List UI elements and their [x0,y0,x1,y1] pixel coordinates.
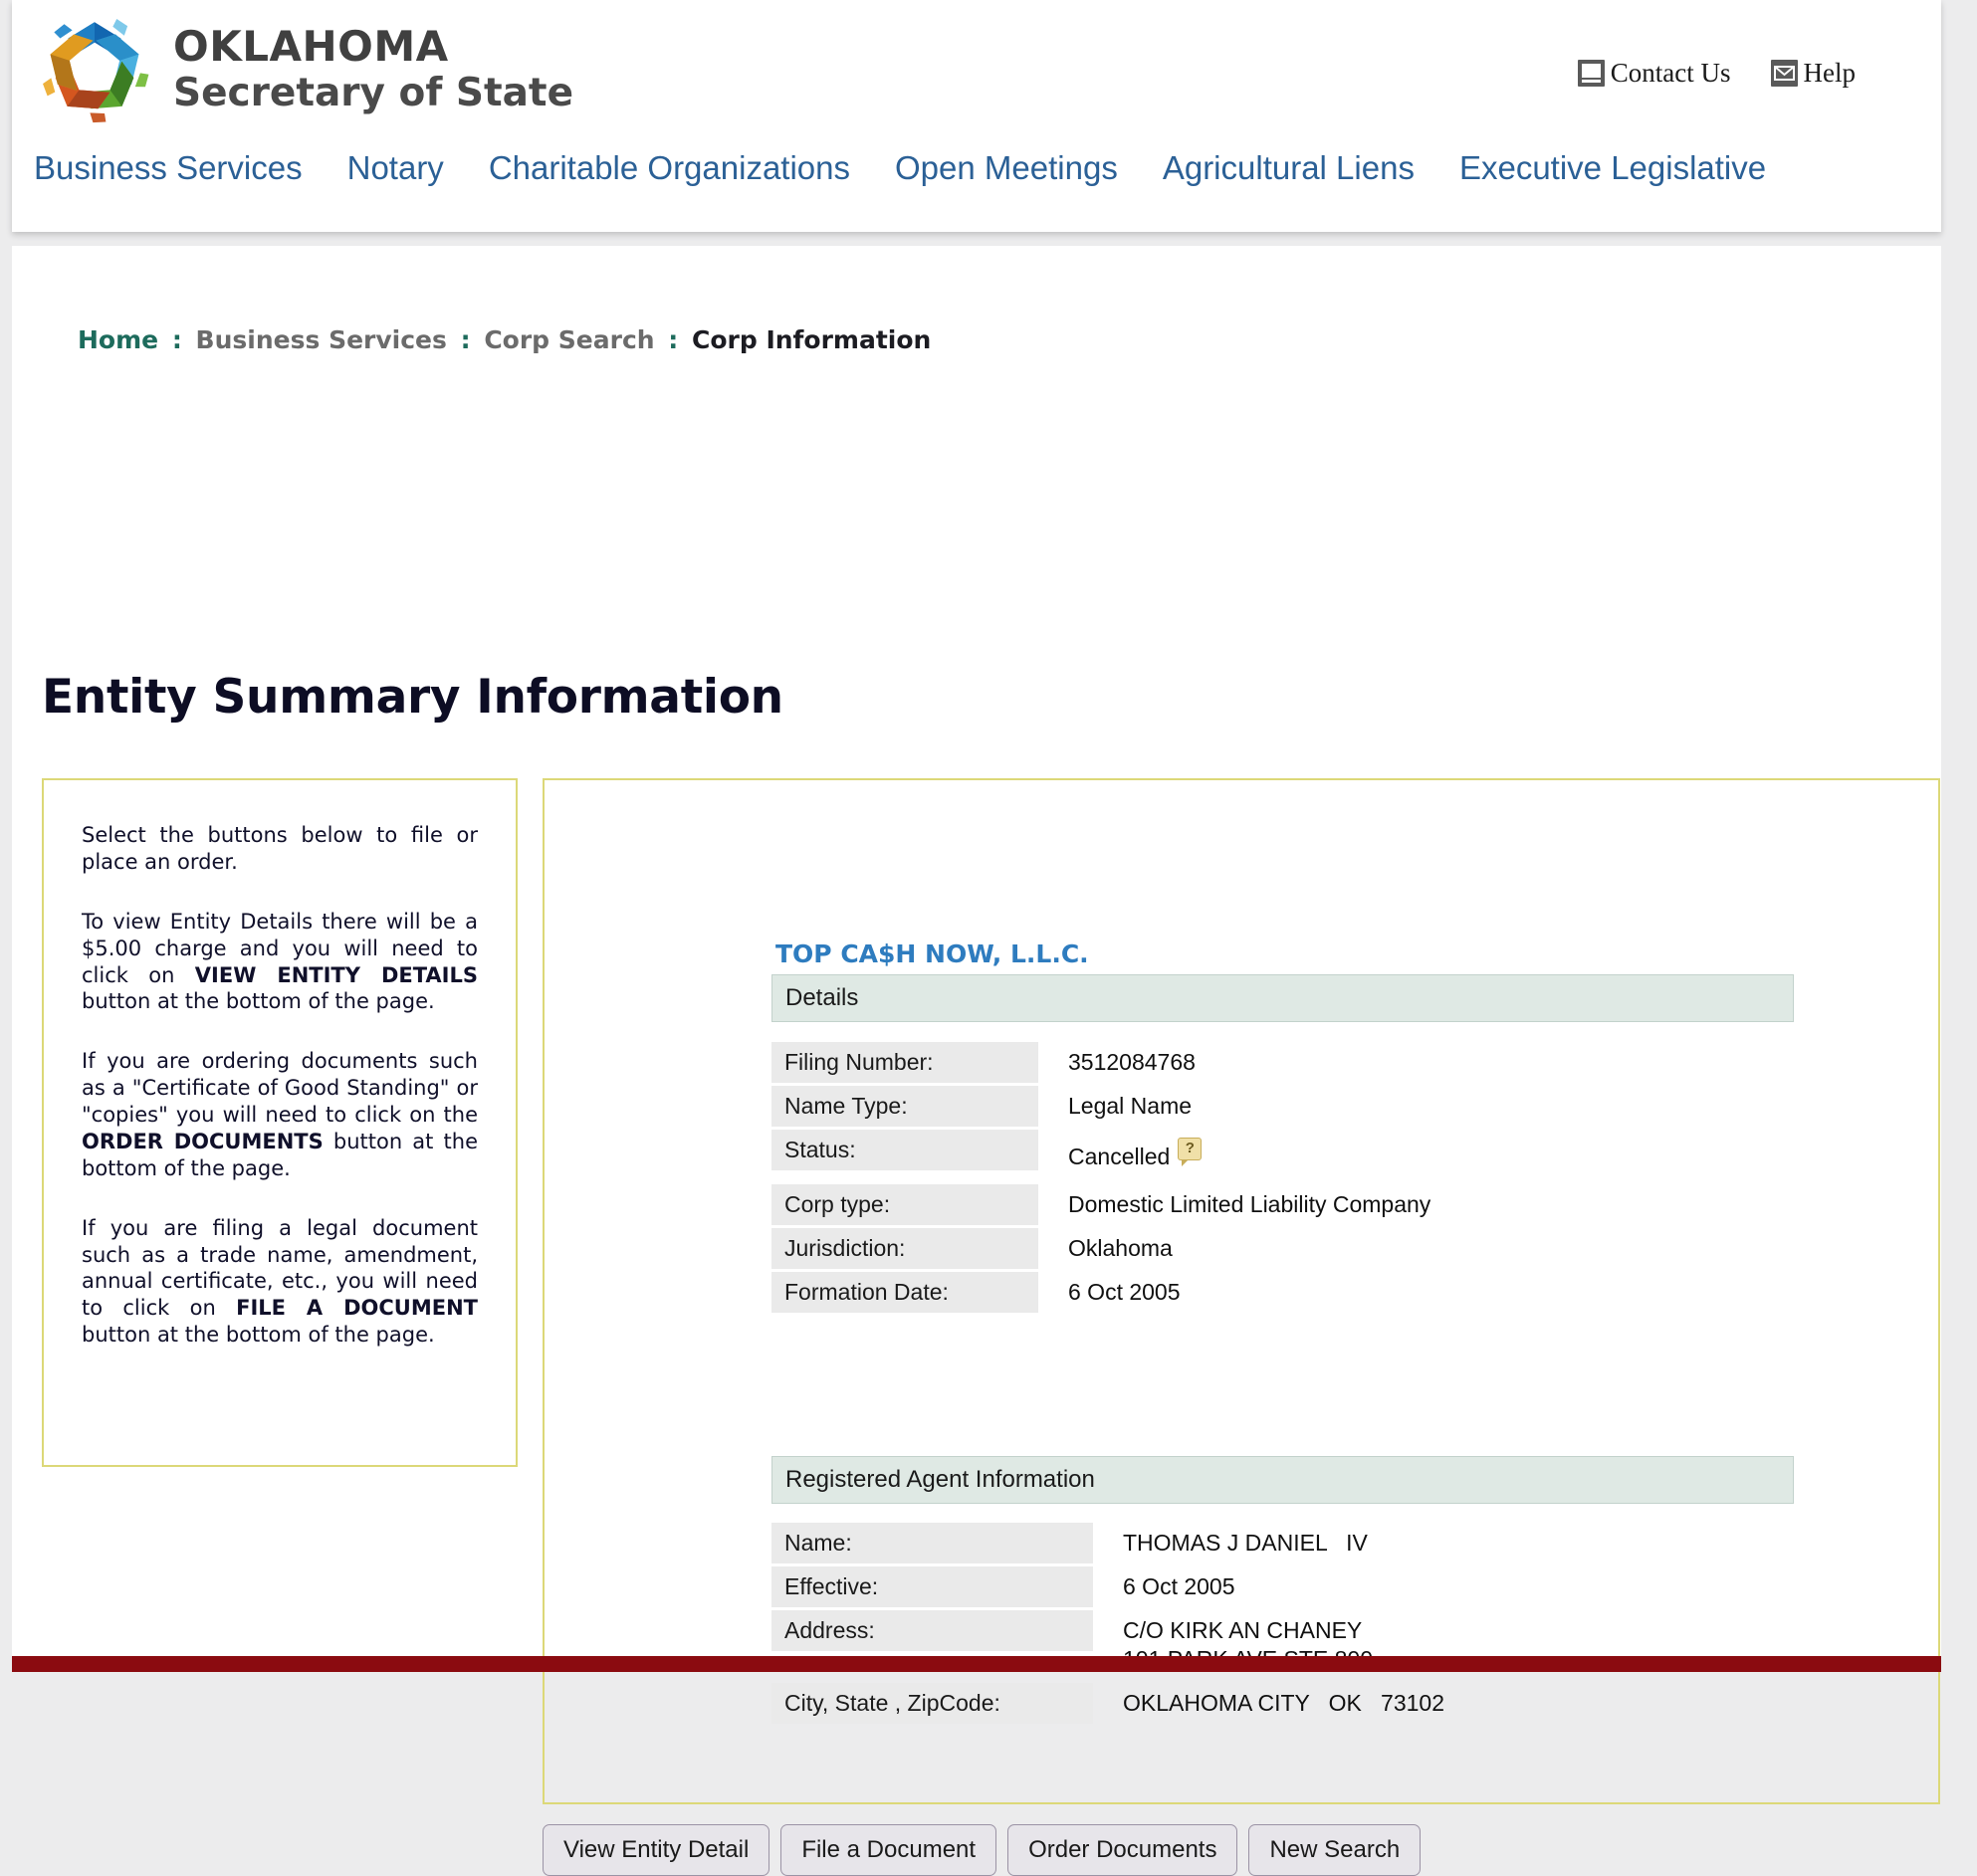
action-button-bar: View Entity Detail File a Document Order… [543,1824,1422,1876]
order-documents-button[interactable]: Order Documents [1007,1824,1238,1876]
table-row: Corp type: Domestic Limited Liability Co… [771,1184,1430,1225]
row-label: Address: [771,1610,1093,1651]
row-value: OKLAHOMA CITY OK 73102 [1123,1690,1444,1716]
nav-item-notary[interactable]: Notary [347,149,444,187]
row-label: Formation Date: [771,1272,1038,1313]
entity-detail-panel: TOP CA$H NOW, L.L.C. Details Filing Numb… [543,778,1940,1804]
instruction-paragraph-2: To view Entity Details there will be a $… [82,909,478,1016]
row-value: 6 Oct 2005 [1068,1279,1181,1305]
row-value: C/O KIRK AN CHANEY [1123,1617,1363,1643]
breadcrumb-current: Corp Information [692,325,932,354]
brand-line-secretary-of-state: Secretary of State [173,70,574,115]
row-label: Name: [771,1523,1093,1563]
table-row: City, State , ZipCode: OKLAHOMA CITY OK … [771,1683,1444,1724]
row-value-status: Cancelled ? [1038,1130,1203,1172]
row-label: Effective: [771,1566,1093,1607]
row-label: Name Type: [771,1086,1038,1127]
page-title: Entity Summary Information [42,670,783,726]
row-label: Filing Number: [771,1042,1038,1083]
new-search-button[interactable]: New Search [1248,1824,1422,1876]
table-row: Name: THOMAS J DANIEL IV [771,1523,1368,1563]
nav-item-open-meetings[interactable]: Open Meetings [895,149,1118,187]
primary-nav: Business Services Notary Charitable Orga… [12,149,1941,187]
nav-item-charitable-organizations[interactable]: Charitable Organizations [489,149,850,187]
instruction-paragraph-1: Select the buttons below to file or plac… [82,823,478,874]
instruction-3-emphasis: ORDER DOCUMENTS [82,1129,324,1153]
contact-document-icon [1577,60,1605,87]
breadcrumb: Home : Business Services : Corp Search :… [78,325,931,354]
breadcrumb-separator-1: : [171,325,182,354]
instruction-2-text-b: button at the bottom of the page. [82,989,435,1014]
contact-us-label: Contact Us [1610,58,1731,88]
table-row: Effective: 6 Oct 2005 [771,1566,1235,1607]
brand-lockup[interactable]: OKLAHOMA Secretary of State [34,8,573,129]
table-row: Address: C/O KIRK AN CHANEY [771,1610,1362,1651]
main-content-card: Home : Business Services : Corp Search :… [12,246,1941,1876]
help-link[interactable]: Help [1770,58,1856,89]
instruction-3-text-a: If you are ordering documents such as a … [82,1049,478,1127]
breadcrumb-home[interactable]: Home [78,325,158,354]
help-tooltip-icon[interactable]: ? [1178,1138,1203,1166]
status-badge: Cancelled [1068,1144,1171,1169]
row-value: 3512084768 [1068,1049,1196,1075]
row-value: Domestic Limited Liability Company [1068,1191,1431,1217]
help-label: Help [1803,58,1856,88]
file-a-document-button[interactable]: File a Document [780,1824,997,1876]
table-row: Jurisdiction: Oklahoma [771,1228,1173,1269]
table-row: Filing Number: 3512084768 [771,1042,1196,1083]
details-section-header: Details [771,974,1794,1022]
view-entity-detail-button[interactable]: View Entity Detail [543,1824,770,1876]
instruction-paragraph-3: If you are ordering documents such as a … [82,1048,478,1181]
row-value: Legal Name [1068,1093,1193,1119]
header-utility-links: Contact Us Help [1577,58,1856,89]
instructions-panel: Select the buttons below to file or plac… [42,778,518,1467]
breadcrumb-separator-3: : [668,325,679,354]
nav-item-business-services[interactable]: Business Services [34,149,303,187]
brand-text: OKLAHOMA Secretary of State [173,21,574,115]
site-header: OKLAHOMA Secretary of State Contact Us H… [12,0,1941,232]
row-label: Jurisdiction: [771,1228,1038,1269]
brand-line-oklahoma: OKLAHOMA [173,21,449,71]
row-label: City, State , ZipCode: [771,1683,1093,1724]
instruction-paragraph-4: If you are filing a legal document such … [82,1215,478,1349]
entity-name: TOP CA$H NOW, L.L.C. [775,939,1089,968]
table-row: Name Type: Legal Name [771,1086,1192,1127]
envelope-icon [1770,60,1798,87]
table-row: Formation Date: 6 Oct 2005 [771,1272,1181,1313]
oklahoma-pinwheel-star-logo [34,8,155,129]
footer-accent-bar [12,1656,1941,1672]
instruction-4-text-b: button at the bottom of the page. [82,1323,435,1348]
contact-us-link[interactable]: Contact Us [1577,58,1731,89]
row-value: Oklahoma [1068,1235,1173,1261]
table-row: Status: Cancelled ? [771,1130,1203,1172]
breadcrumb-business-services[interactable]: Business Services [196,325,447,354]
row-value: THOMAS J DANIEL IV [1123,1530,1368,1556]
row-label: Status: [771,1130,1038,1170]
nav-item-agricultural-liens[interactable]: Agricultural Liens [1163,149,1415,187]
instruction-4-emphasis: FILE A DOCUMENT [236,1296,479,1321]
breadcrumb-separator-2: : [460,325,471,354]
breadcrumb-corp-search[interactable]: Corp Search [484,325,654,354]
instruction-2-emphasis: VIEW ENTITY DETAILS [194,962,478,987]
nav-item-executive-legislative[interactable]: Executive Legislative [1459,149,1766,187]
registered-agent-section-header: Registered Agent Information [771,1456,1794,1504]
help-glyph: ? [1185,1140,1195,1156]
row-label: Corp type: [771,1184,1038,1225]
row-value: 6 Oct 2005 [1123,1573,1235,1599]
